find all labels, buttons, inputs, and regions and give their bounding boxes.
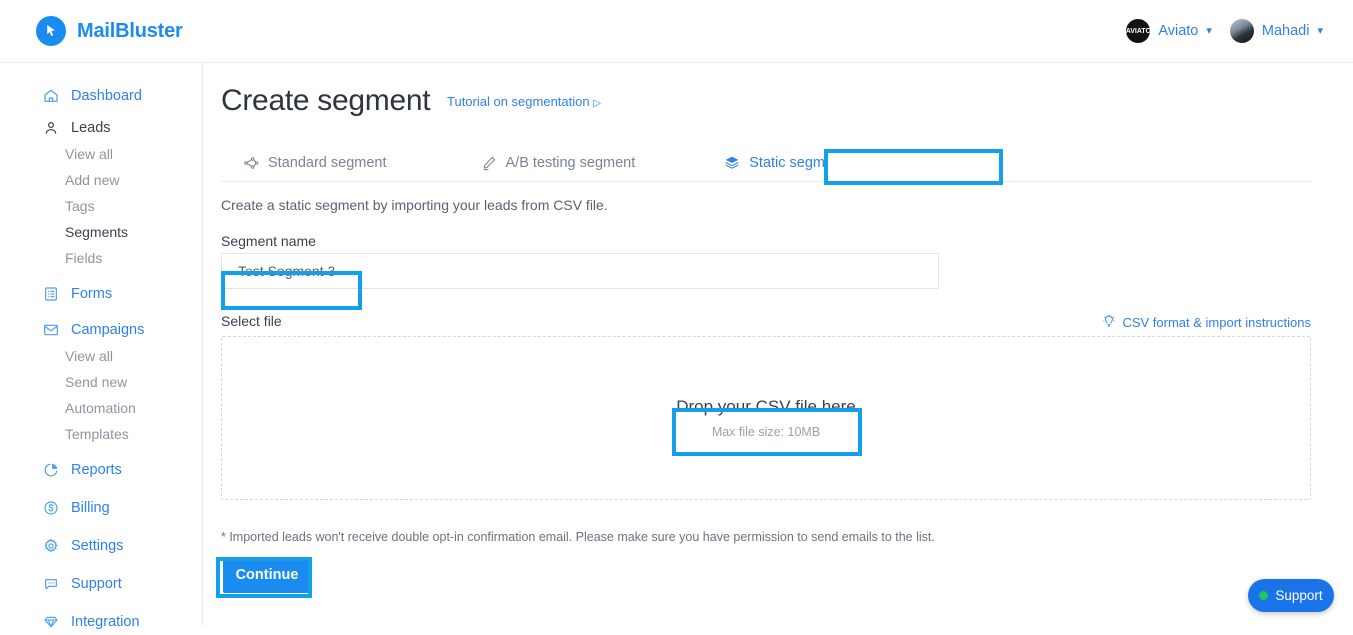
segment-name-label: Segment name [221,233,316,249]
sidebar-subitem-campaigns-view-all[interactable]: View all [0,343,202,369]
continue-button[interactable]: Continue [223,557,311,593]
csv-link-label: CSV format & import instructions [1122,315,1311,330]
dropzone-title: Drop your CSV file here [676,397,856,416]
sidebar-label-forms: Forms [71,286,113,302]
sidebar-item-campaigns[interactable]: Campaigns [0,317,202,343]
envelope-icon [42,322,59,339]
brand-name: MailBluster [77,19,183,42]
support-widget-label: Support [1275,588,1323,603]
tab-standard-segment[interactable]: Standard segment [221,144,409,181]
sidebar-subitem-campaigns-send-new[interactable]: Send new [0,369,202,395]
dollar-circle-icon [42,500,59,517]
sidebar-label-campaigns: Campaigns [71,322,145,338]
pie-chart-icon [42,462,59,479]
tab-label-ab-testing-segment: A/B testing segment [505,154,636,171]
tab-ab-testing-segment[interactable]: A/B testing segment [459,144,658,181]
user-icon [42,120,59,137]
aviato-logo-avatar: AVIATO [1126,19,1151,43]
chevron-down-icon: ▾ [1317,24,1323,37]
csv-format-import-instructions-link[interactable]: CSV format & import instructions [1102,314,1311,331]
brand-logo[interactable]: MailBluster [36,16,183,46]
top-header-bar: MailBluster AVIATO Aviato ▾ Mahadi ▾ [0,0,1353,63]
node-graph-icon [243,155,259,171]
sidebar-item-settings[interactable]: Settings [0,533,202,559]
account-switcher-aviato[interactable]: AVIATO Aviato ▾ [1126,19,1212,43]
import-footnote: * Imported leads won't receive double op… [221,530,935,544]
user-name-mahadi: Mahadi [1261,23,1310,39]
pen-icon [481,155,497,171]
sidebar-item-leads[interactable]: Leads [0,115,202,141]
sidebar-subitem-leads-fields[interactable]: Fields [0,245,202,271]
page-title: Create segment [221,84,431,117]
header-account-area: AVIATO Aviato ▾ Mahadi ▾ [1126,19,1323,43]
sidebar-label-integration: Integration [71,614,140,630]
tab-highlight-backdrop [828,153,999,183]
layers-stack-icon [724,155,740,171]
lightbulb-icon [1102,314,1116,331]
sidebar-item-dashboard[interactable]: Dashboard [0,83,202,109]
form-list-icon [42,286,59,303]
user-photo-avatar [1229,19,1254,43]
tutorial-on-segmentation-link[interactable]: Tutorial on segmentation ▷ [447,94,601,109]
sidebar-item-billing[interactable]: Billing [0,495,202,521]
sidebar-item-forms[interactable]: Forms [0,281,202,307]
sidebar-subitem-campaigns-templates[interactable]: Templates [0,421,202,447]
sidebar-subitem-leads-segments[interactable]: Segments [0,219,202,245]
play-triangle-icon: ▷ [593,98,601,109]
sidebar-label-billing: Billing [71,500,110,516]
sidebar-subitem-leads-add-new[interactable]: Add new [0,167,202,193]
gem-icon [42,614,59,631]
static-segment-description: Create a static segment by importing you… [221,197,608,213]
sidebar-label-settings: Settings [71,538,124,554]
sidebar-label-leads: Leads [71,120,111,136]
tutorial-link-label: Tutorial on segmentation [447,94,590,109]
csv-dropzone[interactable]: Drop your CSV file here Max file size: 1… [221,336,1311,500]
sidebar-subitem-campaigns-automation[interactable]: Automation [0,395,202,421]
sidebar-subitem-leads-view-all[interactable]: View all [0,141,202,167]
cursor-arrow-icon [36,16,66,46]
sidebar-item-integration[interactable]: Integration [0,609,202,635]
user-menu-mahadi[interactable]: Mahadi ▾ [1229,19,1323,43]
online-status-dot [1259,591,1269,600]
gear-icon [42,538,59,555]
sidebar-navigation: Dashboard Leads View all Add new Tags Se… [0,63,203,630]
sidebar-label-support: Support [71,576,122,592]
sidebar-label-reports: Reports [71,462,122,478]
account-name-aviato: Aviato [1158,23,1199,39]
chat-bubble-icon [42,576,59,593]
sidebar-subitem-leads-tags[interactable]: Tags [0,193,202,219]
segment-name-input[interactable] [221,253,939,289]
sidebar-item-reports[interactable]: Reports [0,457,202,483]
chevron-down-icon: ▾ [1206,24,1212,37]
sidebar-item-support[interactable]: Support [0,571,202,597]
main-content: Create segment Tutorial on segmentation … [203,63,1353,625]
dropzone-subtitle: Max file size: 10MB [711,425,821,439]
support-chat-widget[interactable]: Support [1248,579,1334,612]
tab-label-standard-segment: Standard segment [268,154,387,171]
home-icon [42,88,59,105]
sidebar-label-dashboard: Dashboard [71,88,142,104]
select-file-label: Select file [221,313,282,329]
segment-type-tabs: Standard segment A/B testing segment Sta… [221,144,1311,182]
